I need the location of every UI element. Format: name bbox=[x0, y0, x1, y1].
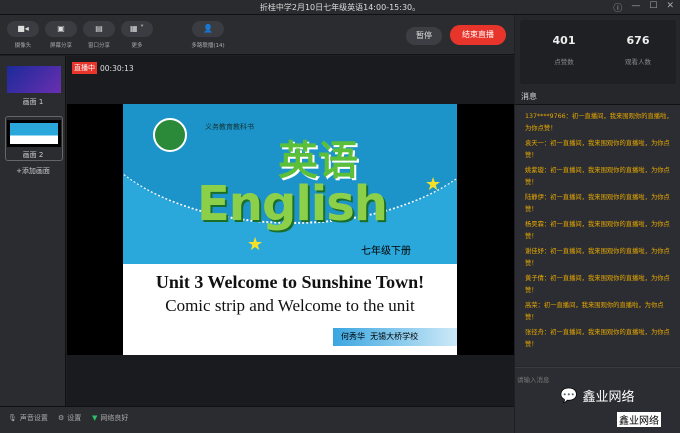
network-status: ▼ 网络良好 bbox=[92, 413, 128, 423]
window-share-button[interactable]: ▤ 窗口分享 bbox=[82, 21, 116, 49]
scene-panel: 画面 1 画面 2 +添加画面 bbox=[0, 56, 66, 406]
scene-label-2: 画面 2 bbox=[22, 151, 44, 159]
slide-subtitle: Comic strip and Welcome to the unit bbox=[165, 296, 415, 315]
audio-settings-button[interactable]: 🎙 声音设置 bbox=[8, 413, 48, 423]
settings-button[interactable]: ⚙ 设置 bbox=[58, 413, 81, 423]
network-label: 网络良好 bbox=[100, 414, 129, 422]
live-timer: 00:30:13 bbox=[100, 63, 134, 73]
message-item: 姚紫璇：初一直播间，我来围观你的直播啦，为你点赞！ bbox=[525, 167, 670, 186]
scene-thumbnail-2[interactable] bbox=[7, 120, 61, 147]
minimize-button[interactable]: — bbox=[631, 1, 640, 14]
slide: 义务教育教科书 英语 English ★ ★ 七年级下册 Unit 3 Welc… bbox=[123, 104, 457, 355]
grid-icon: ▦ ˅ bbox=[121, 21, 153, 37]
status-bar: 🎙 声音设置 ⚙ 设置 ▼ 网络良好 bbox=[0, 406, 514, 433]
live-badge: 直播中 bbox=[72, 62, 97, 74]
star-icon: ★ bbox=[425, 174, 442, 195]
more-label: 更多 bbox=[131, 43, 143, 49]
slide-grade: 七年级下册 bbox=[361, 246, 411, 257]
messages-header: 消息 bbox=[521, 92, 537, 101]
stats-card: 401 点赞数 676 观看人数 bbox=[520, 20, 676, 84]
close-button[interactable]: ✕ bbox=[666, 1, 674, 14]
screen-share-button[interactable]: ▣ 屏幕分享 bbox=[44, 21, 78, 49]
window-title: 折桂中学2月10日七年级英语14:00-15:30。 bbox=[259, 3, 421, 12]
settings-label: 设置 bbox=[67, 414, 82, 422]
wechat-icon: 💬 bbox=[560, 387, 578, 404]
message-item: 高荣：初一直播间，我来围观你的直播啦，为你点赞！ bbox=[525, 302, 664, 321]
viewers-count: 676 bbox=[626, 34, 650, 47]
maximize-button[interactable]: ☐ bbox=[649, 1, 657, 14]
scene-thumbnail-1[interactable] bbox=[7, 66, 61, 93]
multi-stream-button[interactable]: 👤 多路联播(14) bbox=[191, 21, 225, 49]
viewers-label: 观看人数 bbox=[625, 58, 651, 66]
publisher-logo bbox=[153, 118, 187, 152]
audio-settings-label: 声音设置 bbox=[19, 414, 48, 422]
user-icon: 👤 bbox=[192, 21, 224, 37]
end-live-button[interactable]: 结束直播 bbox=[450, 25, 506, 45]
message-item: 陆静伊：初一直播间，我来围观你的直播啦，为你点赞！ bbox=[525, 194, 670, 213]
message-item: 杨昊霖：初一直播间，我来围观你的直播啦，为你点赞！ bbox=[525, 221, 670, 240]
info-icon[interactable]: ⓘ bbox=[613, 1, 622, 14]
watermark-text: 鑫业网络 bbox=[582, 390, 635, 405]
watermark-text-corner: 鑫业网络 bbox=[617, 412, 661, 427]
toolbar: ■◂ 摄像头 ▣ 屏幕分享 ▤ 窗口分享 ▦ ˅ 更多 👤 多路联播(14) 暂停 结束直… bbox=[0, 15, 514, 55]
message-placeholder: 请输入消息 bbox=[517, 376, 550, 384]
message-item: 谢佳妤：初一直播间，我来围观你的直播啦，为你点赞！ bbox=[525, 248, 670, 267]
watermark: 💬 鑫业网络 bbox=[560, 386, 635, 406]
likes-count: 401 bbox=[552, 34, 576, 47]
window-share-label: 窗口分享 bbox=[87, 43, 110, 49]
more-button[interactable]: ▦ ˅ 更多 bbox=[120, 21, 154, 49]
preview-area: 直播中 00:30:13 义务教育教科书 英语 English ★ ★ 七年级下册… bbox=[67, 56, 514, 406]
slide-teacher: 何秀华 bbox=[341, 332, 365, 341]
window-share-icon: ▤ bbox=[83, 21, 115, 37]
title-bar: 折桂中学2月10日七年级英语14:00-15:30。 ⓘ — ☐ ✕ bbox=[0, 0, 680, 15]
slide-publisher: 义务教育教科书 bbox=[205, 123, 254, 131]
slide-teacher-bar: 何秀华 无锡大桥学校 bbox=[333, 328, 457, 346]
add-scene-button[interactable]: +添加画面 bbox=[0, 166, 66, 176]
slide-title-en: English bbox=[197, 176, 388, 232]
multi-stream-label: 多路联播(14) bbox=[191, 43, 225, 49]
slide-school: 无锡大桥学校 bbox=[370, 332, 419, 341]
camera-label: 摄像头 bbox=[14, 43, 32, 49]
scene-label-1: 画面 1 bbox=[22, 98, 44, 106]
gear-icon: ⚙ bbox=[58, 414, 65, 422]
pause-button[interactable]: 暂停 bbox=[406, 27, 442, 45]
message-item: 137****9766：初一直播间，我来围观你的直播啦，为你点赞！ bbox=[525, 113, 673, 132]
slide-unit: Unit 3 Welcome to Sunshine Town! bbox=[155, 272, 425, 292]
message-item: 张径舟：初一直播间，我来围观你的直播啦，为你点赞！ bbox=[525, 329, 670, 348]
likes-label: 点赞数 bbox=[554, 58, 574, 66]
side-panel: 401 点赞数 676 观看人数 消息 137****9766：初一直播间，我来围观… bbox=[515, 15, 680, 433]
star-icon: ★ bbox=[247, 234, 264, 255]
message-item: 黄子倩：初一直播间，我来围观你的直播啦，为你点赞！ bbox=[525, 275, 670, 294]
screen-share-label: 屏幕分享 bbox=[49, 43, 72, 49]
video-stage: 义务教育教科书 英语 English ★ ★ 七年级下册 Unit 3 Welc… bbox=[67, 104, 514, 355]
wifi-icon: ▼ bbox=[92, 414, 98, 422]
microphone-icon: 🎙 bbox=[8, 414, 17, 422]
message-item: 袁天一：初一直播间，我来围观你的直播啦，为你点赞！ bbox=[525, 140, 670, 159]
screen-share-icon: ▣ bbox=[45, 21, 77, 37]
camera-button[interactable]: ■◂ 摄像头 bbox=[6, 21, 40, 49]
message-list[interactable]: 137****9766：初一直播间，我来围观你的直播啦，为你点赞！ 袁天一：初一直… bbox=[515, 104, 680, 366]
camera-icon: ■◂ bbox=[7, 21, 39, 37]
